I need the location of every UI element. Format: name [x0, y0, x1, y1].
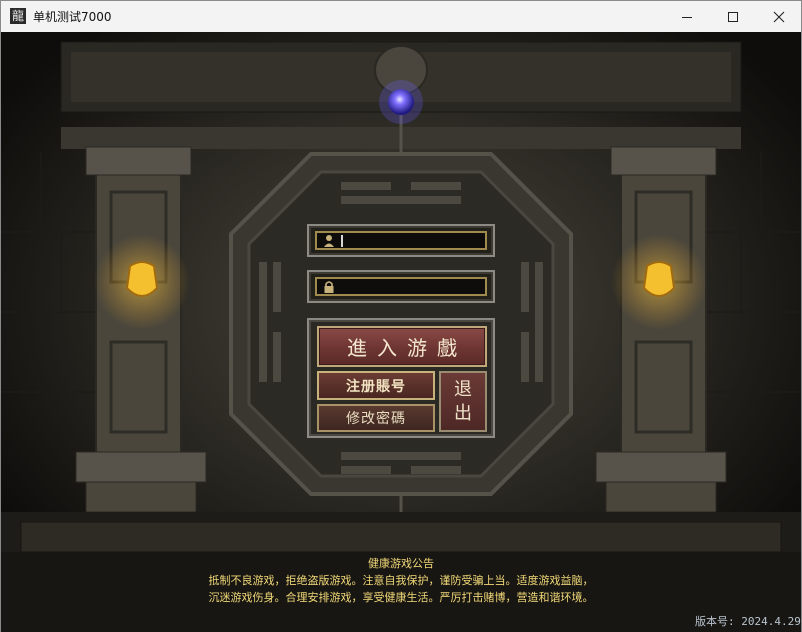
- right-lamp: [642, 261, 676, 297]
- game-scene: 進入游戲 注册賬号 修改密碼 退 出 健康游戏公告 抵制不良游戏，拒绝盗版游戏。…: [1, 32, 801, 632]
- password-field[interactable]: [307, 270, 495, 303]
- left-lamp: [125, 261, 159, 297]
- health-notice: 健康游戏公告 抵制不良游戏，拒绝盗版游戏。注意自我保护，谨防受骗上当。适度游戏益…: [1, 555, 801, 606]
- lock-icon: [324, 281, 334, 293]
- login-button-panel: 進入游戲 注册賬号 修改密碼 退 出: [307, 318, 495, 438]
- username-input[interactable]: [315, 231, 487, 250]
- minimize-button[interactable]: [664, 1, 710, 32]
- notice-title: 健康游戏公告: [368, 557, 434, 570]
- maximize-icon: [728, 11, 738, 22]
- username-field[interactable]: [307, 224, 495, 257]
- title-bar[interactable]: 龍 单机测试7000: [1, 1, 801, 32]
- register-account-button[interactable]: 注册賬号: [317, 371, 435, 400]
- notice-line-2: 沉迷游戏伤身。合理安排游戏，享受健康生活。严厉打击赌博，营造和谐环境。: [208, 591, 594, 604]
- exit-label-bottom: 出: [454, 402, 472, 424]
- user-icon: [324, 235, 334, 247]
- magic-orb: [388, 89, 414, 115]
- maximize-button[interactable]: [710, 1, 756, 32]
- password-input[interactable]: [315, 277, 487, 296]
- notice-line-1: 抵制不良游戏，拒绝盗版游戏。注意自我保护，谨防受骗上当。适度游戏益脑，: [208, 574, 594, 587]
- close-icon: [773, 11, 785, 22]
- enter-game-button[interactable]: 進入游戲: [317, 326, 487, 367]
- minimize-icon: [682, 16, 692, 18]
- version-label: 版本号: 2024.4.29: [695, 615, 801, 628]
- window-title: 单机测试7000: [33, 10, 112, 24]
- exit-button[interactable]: 退 出: [439, 371, 487, 432]
- game-window: 龍 单机测试7000 進入游戲 注册賬号 修改密碼 退 出 健康游戏公告 抵制不…: [0, 0, 802, 632]
- change-password-button[interactable]: 修改密碼: [317, 404, 435, 432]
- app-logo-icon: 龍: [10, 8, 26, 24]
- text-cursor: [341, 235, 343, 247]
- close-button[interactable]: [756, 1, 802, 32]
- exit-label-top: 退: [454, 378, 472, 400]
